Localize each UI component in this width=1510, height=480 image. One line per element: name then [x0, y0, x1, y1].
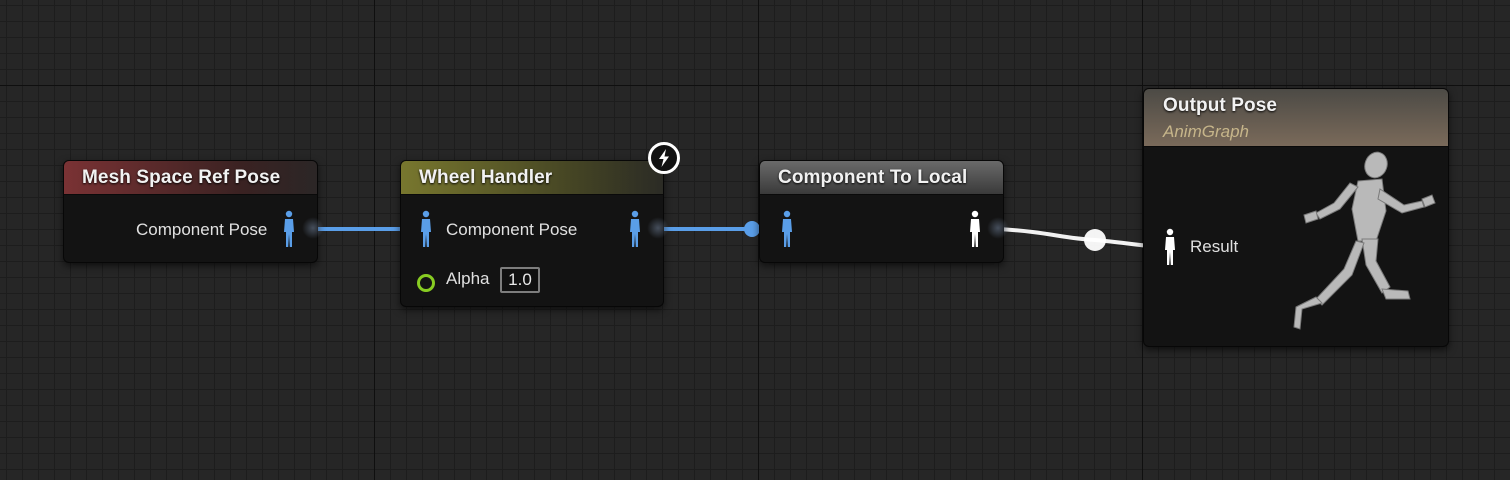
- node-title: Component To Local: [778, 167, 968, 188]
- component-pose-output-pin-icon[interactable]: [628, 210, 642, 248]
- node-subtitle: AnimGraph: [1163, 122, 1249, 141]
- alpha-float-pin-icon[interactable]: [417, 274, 435, 292]
- running-mannequin-icon: [1293, 151, 1436, 330]
- local-pose-output-pin-icon[interactable]: [968, 210, 982, 248]
- wire-reroute-dot[interactable]: [1084, 229, 1106, 251]
- wire-local-pose[interactable]: [997, 227, 1161, 249]
- node-header[interactable]: Wheel Handler: [401, 161, 663, 195]
- node-header[interactable]: Component To Local: [760, 161, 1003, 195]
- pin-socket[interactable]: [647, 217, 669, 239]
- alpha-value-input[interactable]: 1.0: [500, 267, 540, 293]
- component-pose-input-pin-icon[interactable]: [780, 210, 794, 248]
- node-output-pose[interactable]: Output Pose AnimGraph Result: [1143, 88, 1449, 347]
- node-mesh-space-ref-pose[interactable]: Mesh Space Ref Pose Component Pose: [63, 160, 324, 263]
- node-title: Wheel Handler: [419, 167, 553, 188]
- component-pose-output-pin-icon[interactable]: [282, 210, 296, 248]
- output-pin-label: Component Pose: [136, 220, 268, 239]
- result-pin-label: Result: [1190, 237, 1239, 256]
- lightning-bolt-icon: [648, 142, 680, 174]
- node-header[interactable]: Output Pose AnimGraph: [1144, 89, 1448, 147]
- node-title: Output Pose: [1163, 95, 1278, 116]
- pin-socket[interactable]: [987, 217, 1009, 239]
- pin-socket[interactable]: [302, 217, 324, 239]
- alpha-label: Alpha: [446, 269, 490, 288]
- result-input-pin-icon[interactable]: [1163, 228, 1177, 266]
- node-wheel-handler[interactable]: Wheel Handler Component Pose Alpha 1.0: [400, 142, 680, 307]
- node-component-to-local[interactable]: Component To Local: [759, 160, 1009, 263]
- node-header[interactable]: Mesh Space Ref Pose: [64, 161, 317, 195]
- node-title: Mesh Space Ref Pose: [82, 167, 281, 188]
- component-pose-input-pin-icon[interactable]: [419, 210, 433, 248]
- wire-end-dot: [744, 221, 760, 237]
- input-pin-label: Component Pose: [446, 220, 578, 239]
